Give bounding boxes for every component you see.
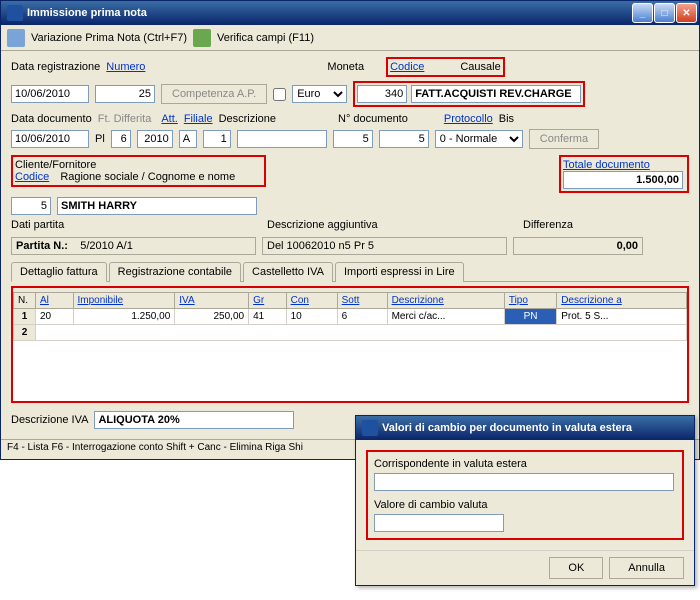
maximize-button[interactable]: □ bbox=[654, 3, 675, 23]
label-ndoc: N° documento bbox=[338, 113, 408, 125]
label-bis: Bis bbox=[499, 113, 514, 125]
tab-registrazione[interactable]: Registrazione contabile bbox=[109, 262, 241, 282]
col-tipo[interactable]: Tipo bbox=[504, 293, 556, 309]
button-ok[interactable]: OK bbox=[549, 557, 603, 579]
button-annulla[interactable]: Annulla bbox=[609, 557, 684, 579]
link-codice[interactable]: Codice bbox=[390, 61, 424, 73]
field-numero[interactable] bbox=[95, 85, 155, 103]
label-pt-diff: Ft. Differita bbox=[98, 113, 152, 125]
label-data-reg: Data registrazione bbox=[11, 61, 100, 73]
col-imponibile[interactable]: Imponibile bbox=[73, 293, 175, 309]
tabs: Dettaglio fattura Registrazione contabil… bbox=[11, 261, 689, 282]
field-corrispondente[interactable] bbox=[374, 473, 674, 491]
field-causale[interactable] bbox=[411, 85, 581, 103]
link-totale-doc[interactable]: Totale documento bbox=[563, 159, 685, 171]
label-descr-iva: Descrizione IVA bbox=[11, 414, 88, 426]
field-pl2[interactable] bbox=[137, 130, 173, 148]
label-descrizione: Descrizione bbox=[219, 113, 276, 125]
toolbar-item-variazione[interactable]: Variazione Prima Nota (Ctrl+F7) bbox=[31, 32, 187, 44]
checkbox-competenza[interactable] bbox=[273, 88, 286, 101]
table-row[interactable]: 2 bbox=[14, 325, 687, 341]
col-sott[interactable]: Sott bbox=[337, 293, 387, 309]
col-con[interactable]: Con bbox=[286, 293, 337, 309]
value-partita-n: 5/2010 A/1 bbox=[80, 240, 133, 252]
table-row[interactable]: 1 20 1.250,00 250,00 41 10 6 Merci c/ac.… bbox=[14, 309, 687, 325]
col-iva[interactable]: IVA bbox=[175, 293, 249, 309]
col-descra[interactable]: Descrizione a bbox=[557, 293, 687, 309]
link-protocollo[interactable]: Protocollo bbox=[444, 113, 493, 125]
field-filiale[interactable] bbox=[203, 130, 231, 148]
label-corrispondente: Corrispondente in valuta estera bbox=[374, 458, 676, 470]
value-descr-agg: Del 10062010 n5 Pr 5 bbox=[262, 237, 507, 255]
app-icon bbox=[7, 5, 23, 21]
field-data-reg[interactable] bbox=[11, 85, 89, 103]
col-gr[interactable]: Gr bbox=[249, 293, 287, 309]
link-filiale[interactable]: Filiale bbox=[184, 113, 213, 125]
label-cliente-fornitore: Cliente/Fornitore bbox=[15, 159, 262, 171]
main-window: Immissione prima nota _ □ ✕ Variazione P… bbox=[0, 0, 700, 460]
button-conferma[interactable]: Conferma bbox=[529, 129, 599, 149]
field-cod-clifor[interactable] bbox=[11, 197, 51, 215]
select-moneta[interactable]: Euro bbox=[292, 85, 347, 103]
label-valore-cambio: Valore di cambio valuta bbox=[374, 499, 676, 511]
value-differenza: 0,00 bbox=[513, 237, 643, 255]
grid: N. Al Imponibile IVA Gr Con Sott Descriz… bbox=[13, 292, 687, 401]
field-att[interactable] bbox=[179, 130, 197, 148]
field-ndoc2[interactable] bbox=[379, 130, 429, 148]
field-data-doc[interactable] bbox=[11, 130, 89, 148]
field-descr-iva[interactable] bbox=[94, 411, 294, 429]
label-differenza: Differenza bbox=[523, 219, 573, 231]
col-descr[interactable]: Descrizione bbox=[387, 293, 504, 309]
field-ndoc1[interactable] bbox=[333, 130, 373, 148]
label-causale: Causale bbox=[460, 61, 500, 73]
window-title: Immissione prima nota bbox=[27, 7, 632, 19]
col-al[interactable]: Al bbox=[36, 293, 74, 309]
label-dati-partita: Dati partita bbox=[11, 219, 261, 231]
field-valore-cambio[interactable] bbox=[374, 514, 504, 532]
toolbar-item-verifica[interactable]: Verifica campi (F11) bbox=[217, 32, 314, 44]
label-moneta: Moneta bbox=[327, 61, 364, 73]
field-pl1[interactable] bbox=[111, 130, 131, 148]
tab-importi[interactable]: Importi espressi in Lire bbox=[335, 262, 464, 282]
select-protocollo[interactable]: 0 - Normale bbox=[435, 130, 523, 148]
label-data-doc: Data documento bbox=[11, 113, 92, 125]
button-competenza[interactable]: Competenza A.P. bbox=[161, 84, 267, 104]
cell-tipo-pn[interactable]: PN bbox=[504, 309, 556, 325]
link-cod-clifor[interactable]: Codice bbox=[15, 171, 49, 183]
modal-titlebar: Valori di cambio per documento in valuta… bbox=[356, 416, 694, 440]
toolbar: Variazione Prima Nota (Ctrl+F7) Verifica… bbox=[1, 25, 699, 51]
col-n: N. bbox=[14, 293, 36, 309]
content-area: Data registrazione Numero Moneta Codice … bbox=[1, 51, 699, 439]
label-descr-agg: Descrizione aggiuntiva bbox=[267, 219, 517, 231]
close-button[interactable]: ✕ bbox=[676, 3, 697, 23]
label-ragsoc: Ragione sociale / Cognome e nome bbox=[60, 171, 235, 183]
label-partita-n: Partita N.: bbox=[16, 240, 68, 252]
field-ragsoc[interactable] bbox=[57, 197, 257, 215]
link-numero[interactable]: Numero bbox=[106, 61, 145, 73]
tab-dettaglio[interactable]: Dettaglio fattura bbox=[11, 262, 107, 282]
modal-title: Valori di cambio per documento in valuta… bbox=[382, 422, 692, 434]
modal-icon bbox=[362, 420, 378, 436]
field-descr[interactable] bbox=[237, 130, 327, 148]
variation-icon bbox=[7, 29, 25, 47]
link-att[interactable]: Att. bbox=[161, 113, 178, 125]
main-titlebar: Immissione prima nota _ □ ✕ bbox=[1, 1, 699, 25]
check-icon bbox=[193, 29, 211, 47]
field-codice[interactable] bbox=[357, 85, 407, 103]
label-pl: Pl bbox=[95, 133, 105, 145]
field-totale-doc[interactable] bbox=[563, 171, 683, 189]
minimize-button[interactable]: _ bbox=[632, 3, 653, 23]
tab-castelletto[interactable]: Castelletto IVA bbox=[243, 262, 333, 282]
modal-valori-cambio: Valori di cambio per documento in valuta… bbox=[355, 415, 695, 586]
